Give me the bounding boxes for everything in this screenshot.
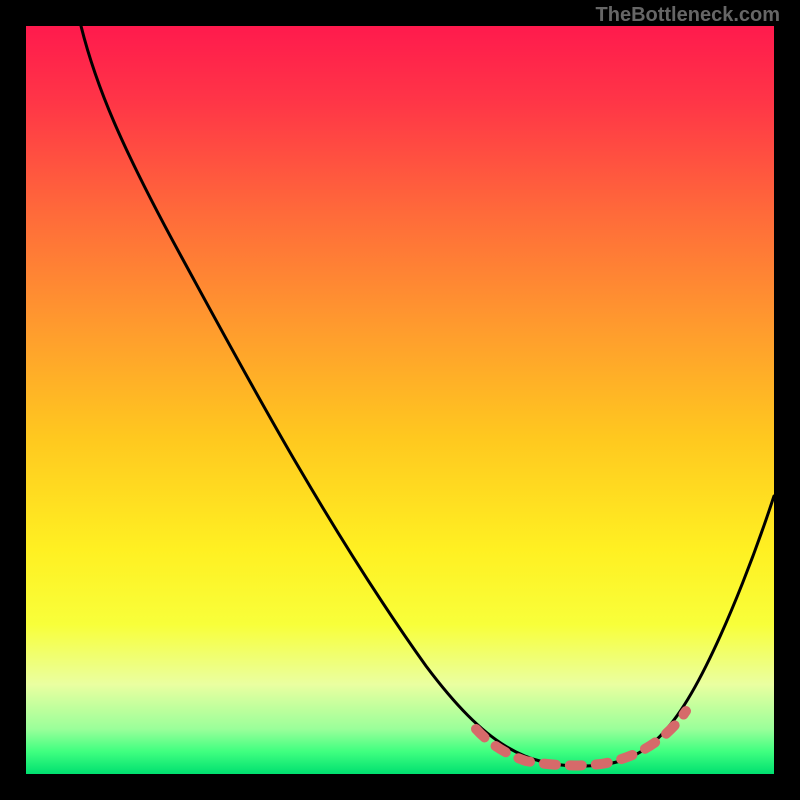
chart-svg bbox=[26, 26, 774, 774]
chart-container: TheBottleneck.com bbox=[0, 0, 800, 800]
watermark-text: TheBottleneck.com bbox=[596, 4, 780, 27]
gradient-background bbox=[26, 26, 774, 774]
plot-area bbox=[26, 26, 774, 774]
